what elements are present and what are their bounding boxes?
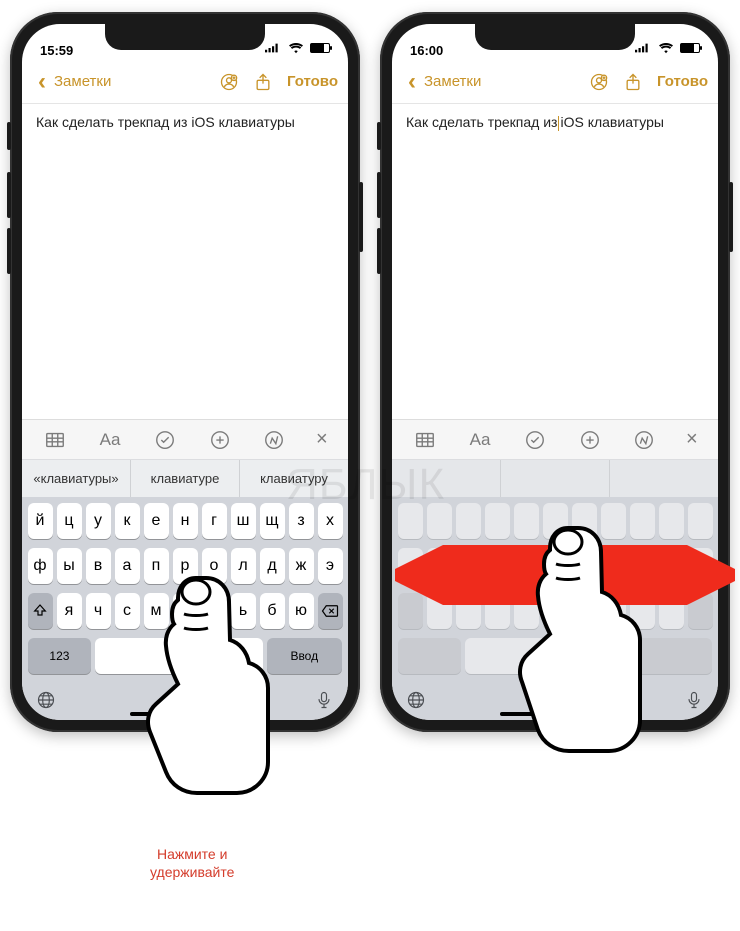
done-button[interactable]: Готово [287, 73, 338, 90]
key[interactable]: к [115, 503, 140, 539]
wifi-icon [656, 38, 676, 58]
suggestion-item [501, 460, 610, 497]
keyboard-toolbar: Aa × [392, 419, 718, 459]
globe-icon[interactable] [36, 690, 56, 710]
table-icon[interactable] [412, 427, 438, 453]
phone-right: 16:00 ‹ Заметки [380, 12, 730, 732]
key[interactable]: ь [231, 593, 256, 629]
note-content[interactable]: Как сделать трекпад изiOS клавиатуры [392, 104, 718, 419]
close-icon[interactable]: × [316, 428, 328, 451]
instruction-text: Нажмите иудерживайте [150, 845, 234, 881]
plus-icon[interactable] [207, 427, 233, 453]
share-icon[interactable] [253, 72, 273, 92]
keyboard[interactable]: й ц у к е н г ш щ з х ф ы в а п [22, 497, 348, 680]
mic-icon[interactable] [684, 690, 704, 710]
key[interactable]: з [289, 503, 314, 539]
key[interactable]: б [260, 593, 285, 629]
back-label: Заметки [54, 73, 111, 90]
time-label: 15:59 [40, 43, 73, 58]
table-icon[interactable] [42, 427, 68, 453]
note-text: Как сделать трекпад из iOS клавиатуры [36, 114, 295, 130]
key[interactable]: я [57, 593, 82, 629]
back-button[interactable]: ‹ Заметки [32, 72, 111, 92]
key[interactable]: о [202, 548, 227, 584]
note-content[interactable]: Как сделать трекпад из iOS клавиатуры [22, 104, 348, 419]
person-add-icon[interactable] [589, 72, 609, 92]
key[interactable]: ч [86, 593, 111, 629]
share-icon[interactable] [623, 72, 643, 92]
key[interactable]: у [86, 503, 111, 539]
marker-icon[interactable] [261, 427, 287, 453]
signal-icon [632, 38, 652, 58]
keyboard-toolbar: Aa × [22, 419, 348, 459]
key[interactable]: л [231, 548, 256, 584]
suggestion-bar-empty [392, 459, 718, 497]
key[interactable]: х [318, 503, 343, 539]
mic-icon[interactable] [314, 690, 334, 710]
key[interactable]: п [144, 548, 169, 584]
marker-icon[interactable] [631, 427, 657, 453]
suggestion-item[interactable]: клавиатуре [131, 460, 240, 497]
backspace-key[interactable] [318, 593, 343, 629]
done-button[interactable]: Готово [657, 73, 708, 90]
globe-icon[interactable] [406, 690, 426, 710]
chevron-left-icon: ‹ [32, 72, 52, 92]
key[interactable]: н [173, 503, 198, 539]
key[interactable]: щ [260, 503, 285, 539]
key[interactable]: е [144, 503, 169, 539]
key[interactable]: ж [289, 548, 314, 584]
key[interactable]: й [28, 503, 53, 539]
text-format-icon[interactable]: Aa [97, 427, 123, 453]
wifi-icon [286, 38, 306, 58]
key[interactable]: ц [57, 503, 82, 539]
suggestion-item[interactable]: «клавиатуры» [22, 460, 131, 497]
check-icon[interactable] [152, 427, 178, 453]
back-label: Заметки [424, 73, 481, 90]
back-button[interactable]: ‹ Заметки [402, 72, 481, 92]
key[interactable]: г [202, 503, 227, 539]
numeric-key[interactable]: 123 [28, 638, 91, 674]
phone-left: 15:59 ‹ Заметки [10, 12, 360, 732]
suggestion-item [610, 460, 718, 497]
key[interactable]: в [86, 548, 111, 584]
return-key[interactable]: Ввод [267, 638, 342, 674]
battery-icon [310, 43, 330, 53]
key[interactable]: а [115, 548, 140, 584]
chevron-left-icon: ‹ [402, 72, 422, 92]
key[interactable]: ш [231, 503, 256, 539]
plus-icon[interactable] [577, 427, 603, 453]
time-label: 16:00 [410, 43, 443, 58]
key[interactable]: т [202, 593, 227, 629]
nav-bar: ‹ Заметки Готово [22, 60, 348, 104]
swipe-arrow-icon [395, 545, 735, 605]
close-icon[interactable]: × [686, 428, 698, 451]
person-add-icon[interactable] [219, 72, 239, 92]
nav-bar: ‹ Заметки Готово [392, 60, 718, 104]
suggestion-item[interactable]: клавиатуру [240, 460, 348, 497]
key[interactable]: ы [57, 548, 82, 584]
battery-icon [680, 43, 700, 53]
suggestion-item [392, 460, 501, 497]
home-indicator[interactable] [130, 712, 240, 716]
key[interactable]: э [318, 548, 343, 584]
home-indicator[interactable] [500, 712, 610, 716]
key[interactable]: м [144, 593, 169, 629]
text-format-icon[interactable]: Aa [467, 427, 493, 453]
space-key[interactable]: Пробел [95, 638, 263, 674]
signal-icon [262, 38, 282, 58]
shift-key[interactable] [28, 593, 53, 629]
key[interactable]: с [115, 593, 140, 629]
key[interactable]: р [173, 548, 198, 584]
key[interactable]: и [173, 593, 198, 629]
key[interactable]: ф [28, 548, 53, 584]
check-icon[interactable] [522, 427, 548, 453]
suggestion-bar: «клавиатуры» клавиатуре клавиатуру [22, 459, 348, 497]
note-text-post: iOS клавиатуры [560, 114, 663, 130]
note-text-pre: Как сделать трекпад из [406, 114, 557, 130]
key[interactable]: д [260, 548, 285, 584]
key[interactable]: ю [289, 593, 314, 629]
